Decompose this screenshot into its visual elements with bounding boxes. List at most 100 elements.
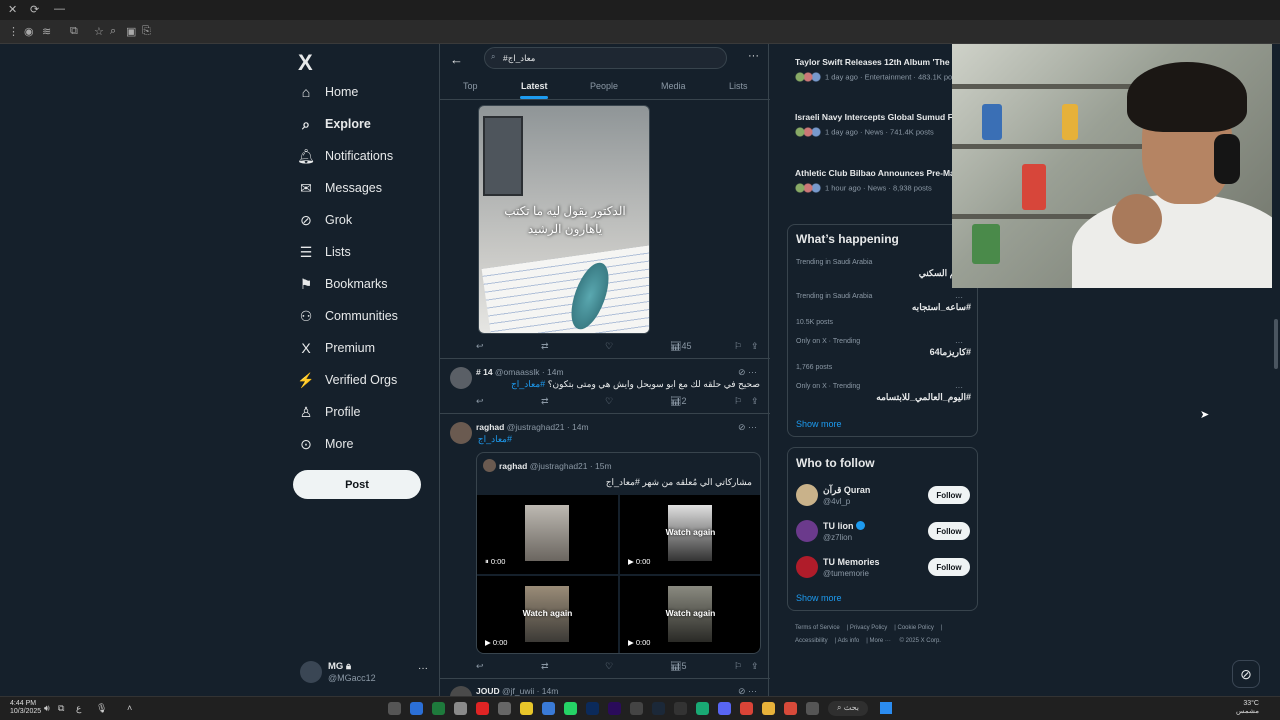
like-icon[interactable]: ♡ bbox=[605, 341, 613, 352]
video-player[interactable]: Watch again ▶ 0:00 bbox=[620, 495, 760, 574]
more-icon[interactable]: ··· bbox=[955, 338, 963, 347]
avatar[interactable] bbox=[796, 520, 818, 542]
share-icon[interactable]: ⇪ bbox=[751, 396, 759, 407]
reply-icon[interactable]: ↩ bbox=[476, 341, 484, 352]
retweet-icon[interactable]: ⇄ bbox=[541, 661, 549, 672]
user-name[interactable]: قرآن Quran bbox=[823, 485, 870, 496]
grok-icon[interactable]: ⊘ ··· bbox=[738, 686, 757, 696]
app-icon[interactable] bbox=[674, 702, 687, 715]
video-player[interactable]: Watch again ▶ 0:00 bbox=[620, 576, 760, 653]
follow-suggestion[interactable]: TU Memories @tumemorie Follow bbox=[796, 556, 971, 582]
nav-home[interactable]: ⌂ Home bbox=[298, 76, 438, 108]
network-icon[interactable]: ⧉ bbox=[58, 703, 64, 714]
trend-item[interactable]: Only on X · Trending ··· #اليوم_العالمي_… bbox=[796, 383, 971, 403]
nav-messages[interactable]: ✉ Messages bbox=[298, 172, 438, 204]
views-count[interactable]: 📊︎ 45 bbox=[670, 341, 691, 352]
bookmark-icon[interactable]: ⚐ bbox=[734, 341, 742, 352]
browser-icon[interactable] bbox=[740, 702, 753, 715]
tab-latest[interactable]: Latest bbox=[521, 81, 548, 91]
footer-link[interactable]: Ads info bbox=[838, 638, 860, 644]
app-icon[interactable] bbox=[696, 702, 709, 715]
search-input[interactable]: ⌕ #معاد_اج bbox=[484, 47, 727, 69]
footer-link[interactable]: Privacy Policy bbox=[850, 625, 887, 631]
more-icon[interactable]: ··· bbox=[418, 663, 428, 674]
translate-icon[interactable]: ≋ bbox=[42, 25, 51, 38]
windows-start-icon[interactable] bbox=[880, 702, 892, 714]
avatar[interactable] bbox=[450, 686, 472, 696]
follow-button[interactable]: Follow bbox=[928, 522, 970, 540]
app-icon[interactable] bbox=[388, 702, 401, 715]
more-icon[interactable]: ··· bbox=[748, 50, 759, 62]
grok-icon[interactable]: ⊘ bbox=[1232, 660, 1260, 688]
app-icon[interactable] bbox=[586, 702, 599, 715]
views-count[interactable]: 📊︎ 2 bbox=[670, 396, 686, 407]
mic-icon[interactable]: 🎙︎ bbox=[96, 703, 107, 714]
tab-people[interactable]: People bbox=[590, 81, 618, 91]
minimize-icon[interactable]: — bbox=[54, 3, 65, 15]
share-icon[interactable]: ⇪ bbox=[751, 341, 759, 352]
app-icon[interactable] bbox=[432, 702, 445, 715]
app-icon[interactable] bbox=[718, 702, 731, 715]
show-more-link[interactable]: Show more bbox=[796, 419, 842, 429]
footer-link[interactable]: More ··· bbox=[870, 638, 891, 644]
watch-again-label[interactable]: Watch again bbox=[477, 608, 618, 618]
avatar[interactable] bbox=[796, 484, 818, 506]
footer-link[interactable]: Terms of Service bbox=[795, 625, 840, 631]
copy-icon[interactable]: ⎘ bbox=[142, 25, 151, 38]
app-icon[interactable] bbox=[520, 702, 533, 715]
app-icon[interactable] bbox=[608, 702, 621, 715]
avatar[interactable] bbox=[450, 367, 472, 389]
bookmark-icon[interactable]: ⚐ bbox=[734, 396, 742, 407]
retweet-icon[interactable]: ⇄ bbox=[541, 341, 549, 352]
tabs-icon[interactable]: ⧉ bbox=[70, 25, 78, 38]
profile-icon[interactable]: ◉ bbox=[24, 25, 34, 38]
pause-icon[interactable]: ⏸ bbox=[485, 557, 489, 566]
follow-button[interactable]: Follow bbox=[928, 558, 970, 576]
video-player[interactable]: Watch again ▶ 0:00 bbox=[477, 576, 618, 653]
nav-notifications[interactable]: 🔔︎ Notifications bbox=[297, 140, 438, 172]
scrollbar-thumb[interactable] bbox=[1274, 319, 1278, 369]
nav-profile[interactable]: ♙ Profile bbox=[298, 396, 438, 428]
trend-item[interactable]: Trending in Saudi Arabia ··· الدعم السكن… bbox=[796, 259, 971, 279]
retweet-icon[interactable]: ⇄ bbox=[541, 396, 549, 407]
menu-icon[interactable]: ⋮ bbox=[8, 25, 19, 38]
app-icon[interactable] bbox=[476, 702, 489, 715]
extension-icon[interactable]: ▣ bbox=[126, 25, 136, 38]
display-name[interactable]: raghad bbox=[476, 422, 504, 432]
follow-button[interactable]: Follow bbox=[928, 486, 970, 504]
display-name[interactable]: JOUD bbox=[476, 686, 500, 696]
account-switcher[interactable]: MG 🔒︎ @MGacc12 ··· bbox=[300, 659, 440, 689]
weather-widget[interactable]: 33°C مشمس bbox=[1236, 700, 1259, 716]
nav-explore[interactable]: ⌕ Explore bbox=[298, 108, 438, 140]
trend-item[interactable]: Only on X · Trending ··· #كاريزما64 1,76… bbox=[796, 338, 971, 371]
tweet-image[interactable]: الدكتور يقول ليه ما تكتب ياهارون الرشيد bbox=[478, 105, 650, 334]
taskbar-search[interactable]: ⌕ بحث bbox=[828, 701, 868, 716]
watch-again-label[interactable]: Watch again bbox=[620, 608, 760, 618]
app-icon[interactable] bbox=[652, 702, 665, 715]
reload-icon[interactable]: ⟳ bbox=[30, 3, 39, 16]
reply-icon[interactable]: ↩ bbox=[476, 396, 484, 407]
video-player[interactable]: ⏸ 0:00 bbox=[477, 495, 618, 574]
language-indicator[interactable]: ع bbox=[76, 703, 81, 714]
tab-top[interactable]: Top bbox=[463, 81, 478, 91]
grok-icon[interactable]: ⊘ ··· bbox=[738, 422, 757, 433]
clock[interactable]: 4:44 PM 10/3/2025 bbox=[10, 700, 41, 716]
nav-premium[interactable]: X Premium bbox=[298, 332, 438, 364]
more-icon[interactable]: ··· bbox=[955, 383, 963, 392]
hashtag-link[interactable]: #معاد_اج bbox=[511, 379, 545, 389]
app-icon[interactable] bbox=[784, 702, 797, 715]
bookmark-icon[interactable]: ⚐ bbox=[734, 661, 742, 672]
folder-icon[interactable] bbox=[762, 702, 775, 715]
display-name[interactable]: # 14 bbox=[476, 367, 493, 377]
app-icon[interactable] bbox=[806, 702, 819, 715]
tab-media[interactable]: Media bbox=[661, 81, 686, 91]
scrollbar[interactable] bbox=[1272, 44, 1280, 696]
app-icon[interactable] bbox=[630, 702, 643, 715]
avatar[interactable] bbox=[796, 556, 818, 578]
nav-grok[interactable]: ⊘ Grok bbox=[298, 204, 438, 236]
footer-link[interactable]: Cookie Policy bbox=[898, 625, 934, 631]
volume-icon[interactable]: 🔊︎ bbox=[44, 703, 50, 714]
follow-suggestion[interactable]: TU lion @z7lion Follow bbox=[796, 520, 971, 546]
share-icon[interactable]: ⇪ bbox=[751, 661, 759, 672]
views-count[interactable]: 📊︎ 5 bbox=[670, 661, 686, 672]
